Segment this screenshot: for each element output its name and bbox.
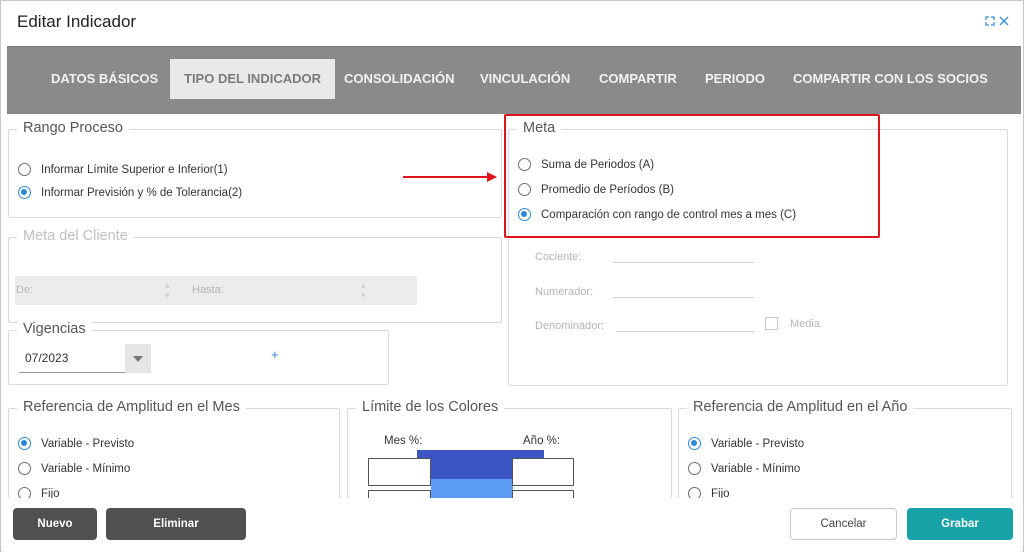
cociente-field[interactable] — [613, 262, 754, 263]
media-checkbox[interactable] — [765, 317, 778, 330]
radio-label: Variable - Mínimo — [41, 462, 131, 475]
radio-comparacion-rango-control[interactable]: Comparación con rango de control mes a m… — [518, 208, 796, 221]
radio-limite-superior-inferior[interactable]: Informar Límite Superior e Inferior(1) — [18, 163, 228, 176]
radio-label: Suma de Periodos (A) — [541, 158, 655, 171]
radio-suma-periodos[interactable]: Suma de Periodos (A) — [518, 158, 654, 171]
meta-group: Meta Suma de Periodos (A) Promedio de Pe… — [508, 120, 1008, 386]
nuevo-button[interactable]: Nuevo — [13, 508, 97, 540]
tab-datos-basicos[interactable]: DATOS BÁSICOS — [37, 59, 172, 99]
hasta-label: Hasta: — [192, 284, 224, 296]
add-vigencia-icon[interactable]: + — [271, 347, 279, 362]
edit-indicator-dialog: Editar Indicador DATOS BÁSICOS TIPO DEL … — [0, 0, 1024, 552]
media-label: Media — [790, 318, 820, 330]
vigencias-group: Vigencias 07/2023 + — [8, 321, 389, 385]
radio-label: Variable - Previsto — [41, 437, 135, 450]
radio-promedio-periodos[interactable]: Promedio de Períodos (B) — [518, 183, 674, 196]
radio-label: Informar Previsión y % de Tolerancia(2) — [41, 186, 243, 199]
hasta-spinner-icon[interactable]: ▴ ▾ — [361, 280, 366, 300]
anio-limit-input-1[interactable] — [512, 458, 574, 486]
ref-amplitud-anio-group: Referencia de Amplitud en el Año Variabl… — [678, 399, 1012, 508]
radio-anio-variable-minimo[interactable]: Variable - Mínimo — [688, 462, 800, 475]
denominador-label: Denominador: — [535, 320, 605, 332]
vigencia-input[interactable]: 07/2023 — [19, 344, 125, 373]
meta-legend: Meta — [517, 120, 562, 136]
tab-consolidacion[interactable]: CONSOLIDACIÓN — [330, 59, 469, 99]
tab-vinculacion[interactable]: VINCULACIÓN — [466, 59, 584, 99]
tab-bar: DATOS BÁSICOS TIPO DEL INDICADOR CONSOLI… — [7, 46, 1021, 114]
grabar-button[interactable]: Grabar — [907, 508, 1013, 540]
denominador-field[interactable] — [616, 331, 754, 332]
limite-colores-group: Límite de los Colores Mes %: Año %: — [347, 399, 672, 510]
numerador-label: Numerador: — [535, 286, 594, 298]
window-controls — [985, 15, 1009, 29]
radio-mes-variable-minimo[interactable]: Variable - Mínimo — [18, 462, 130, 475]
expand-icon[interactable] — [985, 15, 995, 29]
radio-unchecked-icon[interactable] — [18, 462, 31, 475]
radio-label: Variable - Previsto — [711, 437, 805, 450]
radio-label: Comparación con rango de control mes a m… — [541, 208, 797, 221]
cancelar-button[interactable]: Cancelar — [790, 508, 897, 540]
chevron-down-icon — [133, 355, 143, 362]
radio-checked-icon[interactable] — [18, 186, 31, 199]
radio-checked-icon[interactable] — [18, 437, 31, 450]
eliminar-button[interactable]: Eliminar — [106, 508, 246, 540]
limite-colores-legend: Límite de los Colores — [356, 399, 505, 415]
radio-unchecked-icon[interactable] — [688, 462, 701, 475]
ref-mes-legend: Referencia de Amplitud en el Mes — [17, 399, 246, 415]
vigencias-legend: Vigencias — [17, 321, 92, 337]
mes-percent-label: Mes %: — [384, 435, 423, 447]
radio-label: Informar Límite Superior e Inferior(1) — [41, 163, 228, 176]
radio-label: Variable - Mínimo — [711, 462, 801, 475]
radio-checked-icon[interactable] — [688, 437, 701, 450]
rango-proceso-legend: Rango Proceso — [17, 120, 129, 136]
meta-cliente-range: De: ▴ ▾ Hasta: ▴ ▾ — [15, 276, 417, 305]
de-spinner-icon[interactable]: ▴ ▾ — [165, 280, 170, 300]
tab-periodo[interactable]: PERIODO — [691, 59, 779, 99]
radio-unchecked-icon[interactable] — [18, 163, 31, 176]
vigencia-dropdown-button[interactable] — [125, 344, 151, 373]
ref-anio-legend: Referencia de Amplitud en el Año — [687, 399, 914, 415]
dialog-title: Editar Indicador — [17, 12, 137, 31]
numerador-field[interactable] — [613, 297, 754, 298]
radio-prevision-tolerancia[interactable]: Informar Previsión y % de Tolerancia(2) — [18, 186, 242, 199]
cociente-label: Cociente: — [535, 251, 582, 263]
tab-compartir[interactable]: COMPARTIR — [585, 59, 691, 99]
radio-checked-icon[interactable] — [518, 208, 531, 221]
radio-anio-variable-previsto[interactable]: Variable - Previsto — [688, 437, 804, 450]
de-label: De: — [16, 284, 34, 296]
ref-amplitud-mes-group: Referencia de Amplitud en el Mes Variabl… — [8, 399, 340, 508]
meta-cliente-legend: Meta del Cliente — [17, 228, 134, 244]
anio-percent-label: Año %: — [523, 435, 561, 447]
close-icon[interactable] — [999, 15, 1009, 29]
meta-cliente-group: Meta del Cliente De: ▴ ▾ Hasta: ▴ ▾ — [8, 228, 502, 323]
tab-tipo-del-indicador[interactable]: TIPO DEL INDICADOR — [170, 59, 335, 99]
radio-label: Promedio de Períodos (B) — [541, 183, 674, 196]
arrow-annotation-icon — [403, 172, 497, 182]
mes-limit-input-1[interactable] — [368, 458, 431, 486]
radio-unchecked-icon[interactable] — [518, 183, 531, 196]
radio-unchecked-icon[interactable] — [518, 158, 531, 171]
radio-mes-variable-previsto[interactable]: Variable - Previsto — [18, 437, 134, 450]
tab-compartir-socios[interactable]: COMPARTIR CON LOS SOCIOS — [779, 59, 1002, 99]
